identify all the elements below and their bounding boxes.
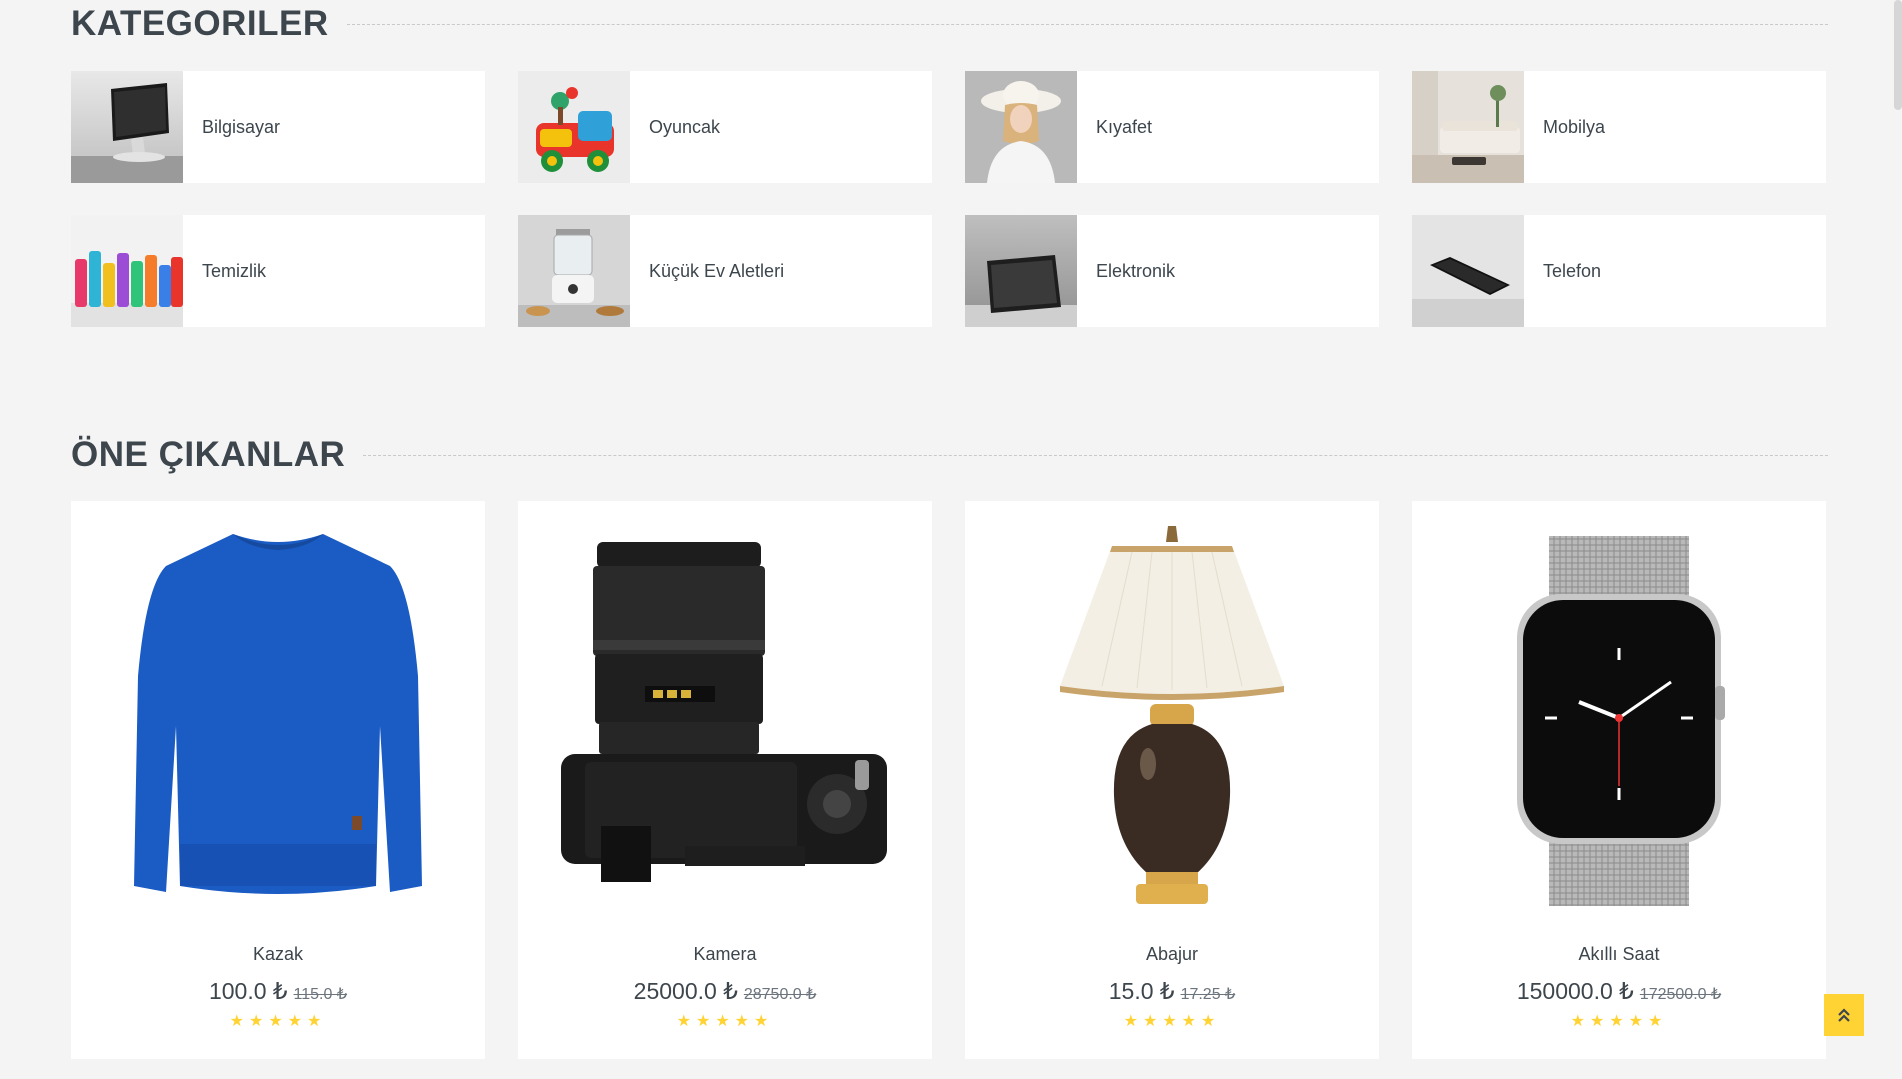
category-card-elektronik[interactable]: Elektronik	[965, 215, 1379, 327]
current-price: 15.0 ₺	[1108, 978, 1175, 1004]
category-card-bilgisayar[interactable]: Bilgisayar	[71, 71, 485, 183]
section-divider	[363, 454, 1828, 456]
rating-stars: ★★★★★	[676, 1013, 774, 1030]
featured-products-grid: Kazak 100.0 ₺ 115.0 ₺ ★★★★★ Kamera 25000…	[71, 501, 1828, 1059]
old-price: 28750.0 ₺	[743, 986, 817, 1003]
featured-section-title: ÖNE ÇIKANLAR	[71, 435, 346, 474]
product-card-kamera[interactable]: Kamera 25000.0 ₺ 28750.0 ₺ ★★★★★	[518, 501, 932, 1059]
category-card-temizlik[interactable]: Temizlik	[71, 215, 485, 327]
section-divider	[346, 23, 1828, 25]
category-card-mobilya[interactable]: Mobilya	[1412, 71, 1826, 183]
current-price: 100.0 ₺	[208, 978, 288, 1004]
page-scrollbar[interactable]	[1894, 0, 1902, 1079]
product-card-kazak[interactable]: Kazak 100.0 ₺ 115.0 ₺ ★★★★★	[71, 501, 485, 1059]
category-label: Mobilya	[1543, 116, 1606, 137]
product-name[interactable]: Akıllı Saat	[1412, 944, 1826, 965]
fashion-photo	[965, 71, 1077, 183]
rating-stars: ★★★★★	[1123, 1013, 1221, 1030]
product-name[interactable]: Kamera	[518, 944, 932, 965]
tablet-photo	[965, 215, 1077, 327]
product-card-abajur[interactable]: Abajur 15.0 ₺ 17.25 ₺ ★★★★★	[965, 501, 1379, 1059]
old-price: 172500.0 ₺	[1639, 986, 1722, 1003]
back-to-top-button[interactable]	[1824, 994, 1864, 1036]
computer-photo	[71, 71, 183, 183]
categories-section-title: KATEGORILER	[71, 4, 329, 43]
smartphone-photo	[1412, 215, 1524, 327]
category-card-kiyafet[interactable]: Kıyafet	[965, 71, 1379, 183]
cleaning-bottles-photo	[71, 215, 183, 327]
current-price: 150000.0 ₺	[1516, 978, 1634, 1004]
toy-truck-photo	[518, 71, 630, 183]
categories-grid: Bilgisayar Oyuncak Kıyafet Mobilya Temiz…	[71, 71, 1828, 327]
category-label: Temizlik	[202, 260, 267, 281]
old-price: 115.0 ₺	[293, 986, 348, 1003]
featured-section-header: ÖNE ÇIKANLAR	[71, 435, 1828, 475]
product-name[interactable]: Kazak	[71, 944, 485, 965]
current-price: 25000.0 ₺	[633, 978, 738, 1004]
product-name[interactable]: Abajur	[965, 944, 1379, 965]
double-chevron-up-icon	[1838, 1008, 1850, 1022]
rating-stars: ★★★★★	[1570, 1013, 1668, 1030]
category-card-oyuncak[interactable]: Oyuncak	[518, 71, 932, 183]
lamp-photo[interactable]	[985, 521, 1359, 921]
categories-section-header: KATEGORILER	[71, 4, 1828, 44]
category-label: Kıyafet	[1096, 116, 1153, 137]
category-label: Oyuncak	[649, 116, 721, 137]
old-price: 17.25 ₺	[1180, 986, 1236, 1003]
camera-photo[interactable]	[538, 521, 912, 921]
food-processor-photo	[518, 215, 630, 327]
product-price: 100.0 ₺ 115.0 ₺	[71, 978, 485, 1005]
category-label: Telefon	[1543, 260, 1602, 281]
category-card-kucuk-ev-aletleri[interactable]: Küçük Ev Aletleri	[518, 215, 932, 327]
rating-stars: ★★★★★	[229, 1013, 327, 1030]
product-price: 150000.0 ₺ 172500.0 ₺	[1412, 978, 1826, 1005]
scrollbar-thumb[interactable]	[1894, 0, 1902, 110]
category-card-telefon[interactable]: Telefon	[1412, 215, 1826, 327]
smartwatch-photo[interactable]	[1432, 521, 1806, 921]
furniture-photo	[1412, 71, 1524, 183]
product-card-akilli-saat[interactable]: Akıllı Saat 150000.0 ₺ 172500.0 ₺ ★★★★★	[1412, 501, 1826, 1059]
product-price: 15.0 ₺ 17.25 ₺	[965, 978, 1379, 1005]
category-label: Elektronik	[1096, 260, 1176, 281]
product-price: 25000.0 ₺ 28750.0 ₺	[518, 978, 932, 1005]
category-label: Bilgisayar	[202, 116, 281, 137]
sweater-photo[interactable]	[91, 521, 465, 921]
category-label: Küçük Ev Aletleri	[649, 260, 785, 281]
